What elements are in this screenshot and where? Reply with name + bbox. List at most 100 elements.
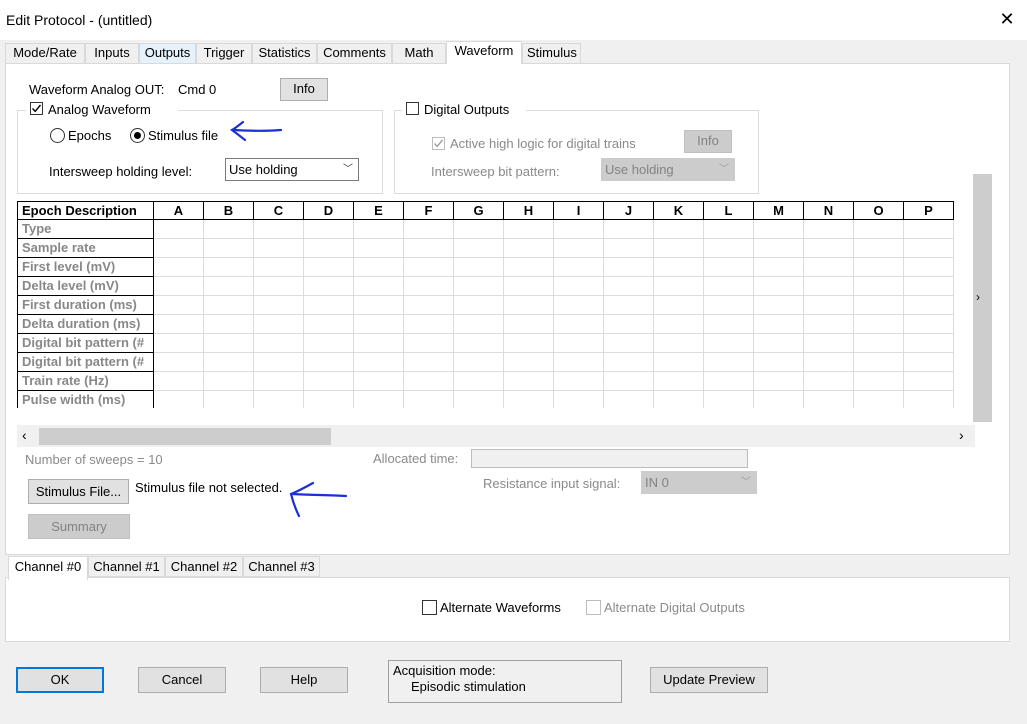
table-cell[interactable] bbox=[404, 315, 454, 334]
table-cell[interactable] bbox=[354, 277, 404, 296]
table-cell[interactable] bbox=[554, 334, 604, 353]
table-cell[interactable] bbox=[454, 315, 504, 334]
tab-stimulus[interactable]: Stimulus bbox=[522, 43, 581, 63]
table-cell[interactable] bbox=[254, 372, 304, 391]
table-cell[interactable] bbox=[254, 220, 304, 239]
table-cell[interactable] bbox=[504, 220, 554, 239]
stimulus-file-button[interactable]: Stimulus File... bbox=[28, 479, 129, 504]
table-cell[interactable] bbox=[804, 372, 854, 391]
table-cell[interactable] bbox=[854, 239, 904, 258]
table-cell[interactable] bbox=[704, 353, 754, 372]
table-cell[interactable] bbox=[354, 315, 404, 334]
table-cell[interactable] bbox=[654, 296, 704, 315]
table-cell[interactable] bbox=[154, 372, 204, 391]
table-cell[interactable] bbox=[904, 296, 954, 315]
table-cell[interactable] bbox=[754, 315, 804, 334]
table-cell[interactable] bbox=[854, 391, 904, 408]
table-cell[interactable] bbox=[504, 239, 554, 258]
table-cell[interactable] bbox=[704, 391, 754, 408]
tab-comments[interactable]: Comments bbox=[317, 43, 392, 63]
table-cell[interactable] bbox=[354, 372, 404, 391]
table-cell[interactable] bbox=[854, 277, 904, 296]
table-cell[interactable] bbox=[454, 296, 504, 315]
table-cell[interactable] bbox=[554, 258, 604, 277]
table-cell[interactable] bbox=[304, 239, 354, 258]
table-cell[interactable] bbox=[504, 334, 554, 353]
table-cell[interactable] bbox=[404, 239, 454, 258]
table-cell[interactable] bbox=[704, 296, 754, 315]
table-cell[interactable] bbox=[654, 315, 704, 334]
table-cell[interactable] bbox=[604, 315, 654, 334]
table-cell[interactable] bbox=[554, 353, 604, 372]
table-cell[interactable] bbox=[654, 391, 704, 408]
tab-channel-0[interactable]: Channel #0 bbox=[8, 556, 88, 580]
table-cell[interactable] bbox=[754, 239, 804, 258]
table-cell[interactable] bbox=[604, 220, 654, 239]
table-cell[interactable] bbox=[404, 277, 454, 296]
table-cell[interactable] bbox=[754, 334, 804, 353]
table-cell[interactable] bbox=[854, 220, 904, 239]
close-icon[interactable]: ✕ bbox=[997, 9, 1017, 29]
table-cell[interactable] bbox=[804, 391, 854, 408]
table-cell[interactable] bbox=[704, 258, 754, 277]
table-cell[interactable] bbox=[904, 277, 954, 296]
table-cell[interactable] bbox=[154, 334, 204, 353]
table-cell[interactable] bbox=[754, 296, 804, 315]
table-cell[interactable] bbox=[854, 353, 904, 372]
table-cell[interactable] bbox=[754, 372, 804, 391]
tab-channel-3[interactable]: Channel #3 bbox=[243, 556, 320, 577]
table-cell[interactable] bbox=[154, 391, 204, 408]
table-cell[interactable] bbox=[304, 296, 354, 315]
table-cell[interactable] bbox=[354, 258, 404, 277]
table-cell[interactable] bbox=[254, 277, 304, 296]
tab-channel-2[interactable]: Channel #2 bbox=[165, 556, 243, 577]
tab-waveform[interactable]: Waveform bbox=[446, 41, 522, 64]
tab-inputs[interactable]: Inputs bbox=[85, 43, 139, 63]
table-cell[interactable] bbox=[254, 239, 304, 258]
bit-pattern-select[interactable]: Use holding ﹀ bbox=[601, 158, 735, 181]
tab-trigger[interactable]: Trigger bbox=[196, 43, 252, 63]
table-cell[interactable] bbox=[554, 315, 604, 334]
table-cell[interactable] bbox=[604, 239, 654, 258]
table-cell[interactable] bbox=[554, 391, 604, 408]
table-cell[interactable] bbox=[704, 315, 754, 334]
table-cell[interactable] bbox=[454, 334, 504, 353]
table-cell[interactable] bbox=[504, 353, 554, 372]
table-cell[interactable] bbox=[404, 296, 454, 315]
table-cell[interactable] bbox=[204, 258, 254, 277]
table-cell[interactable] bbox=[904, 258, 954, 277]
digital-outputs-checkbox[interactable] bbox=[406, 102, 419, 115]
table-cell[interactable] bbox=[854, 258, 904, 277]
table-cell[interactable] bbox=[404, 334, 454, 353]
alternate-waveforms-checkbox[interactable] bbox=[422, 600, 437, 615]
table-cell[interactable] bbox=[804, 334, 854, 353]
table-cell[interactable] bbox=[204, 353, 254, 372]
table-cell[interactable] bbox=[304, 334, 354, 353]
table-cell[interactable] bbox=[454, 239, 504, 258]
table-cell[interactable] bbox=[654, 239, 704, 258]
table-cell[interactable] bbox=[354, 334, 404, 353]
table-cell[interactable] bbox=[204, 315, 254, 334]
table-cell[interactable] bbox=[604, 353, 654, 372]
table-cell[interactable] bbox=[654, 277, 704, 296]
table-cell[interactable] bbox=[604, 277, 654, 296]
table-cell[interactable] bbox=[654, 258, 704, 277]
table-cell[interactable] bbox=[554, 220, 604, 239]
table-cell[interactable] bbox=[154, 277, 204, 296]
intersweep-select[interactable]: Use holding ﹀ bbox=[225, 158, 359, 181]
chevron-right-icon[interactable]: › bbox=[976, 290, 980, 304]
table-cell[interactable] bbox=[604, 334, 654, 353]
table-cell[interactable] bbox=[154, 315, 204, 334]
table-cell[interactable] bbox=[354, 391, 404, 408]
table-cell[interactable] bbox=[804, 353, 854, 372]
table-cell[interactable] bbox=[504, 315, 554, 334]
table-cell[interactable] bbox=[504, 258, 554, 277]
table-cell[interactable] bbox=[904, 315, 954, 334]
table-cell[interactable] bbox=[454, 372, 504, 391]
table-cell[interactable] bbox=[654, 220, 704, 239]
table-cell[interactable] bbox=[654, 334, 704, 353]
table-cell[interactable] bbox=[804, 315, 854, 334]
table-cell[interactable] bbox=[754, 353, 804, 372]
table-cell[interactable] bbox=[454, 220, 504, 239]
alternate-digital-checkbox[interactable] bbox=[586, 600, 601, 615]
